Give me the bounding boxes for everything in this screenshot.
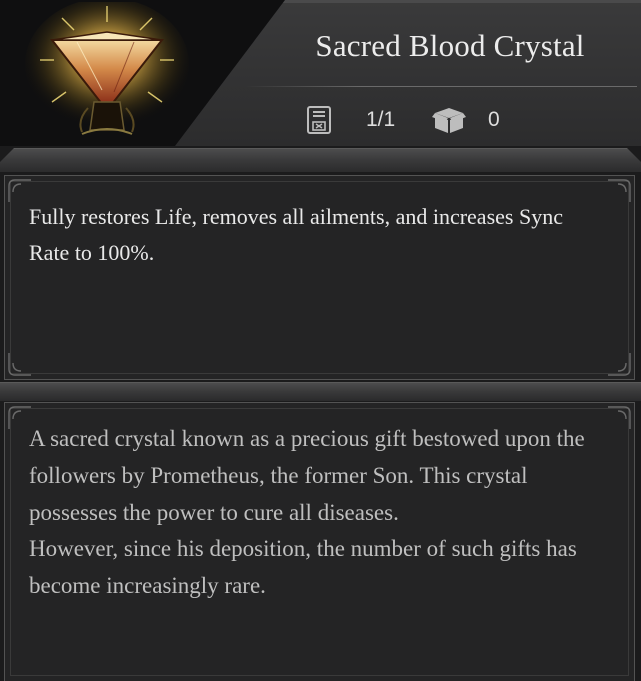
item-header: Sacred Blood Crystal 1/1 0	[0, 0, 641, 146]
effect-panel: Fully restores Life, removes all ailment…	[4, 175, 635, 380]
save-slot-icon	[307, 106, 331, 134]
carry-count-value: 1/1	[366, 108, 396, 131]
title-divider	[245, 86, 637, 87]
corner-ornament	[608, 353, 631, 376]
lore-panel: A sacred crystal known as a precious gif…	[4, 402, 635, 681]
item-title: Sacred Blood Crystal	[315, 28, 585, 63]
sacred-blood-crystal-icon	[25, 2, 189, 135]
storage-count-value: 0	[488, 108, 500, 131]
panel-separator	[0, 382, 641, 401]
carry-count: 1/1	[304, 102, 395, 138]
header-separator	[0, 148, 641, 172]
lore-paragraph: However, since his deposition, the numbe…	[29, 536, 577, 599]
corner-ornament	[8, 353, 31, 376]
lore-text: A sacred crystal known as a precious gif…	[29, 421, 606, 605]
effect-description: Fully restores Life, removes all ailment…	[29, 204, 563, 265]
storage-count: 0	[432, 102, 500, 138]
lore-paragraph: A sacred crystal known as a precious gif…	[29, 426, 585, 525]
corner-ornament	[608, 406, 631, 429]
storage-box-icon	[432, 108, 466, 133]
corner-ornament	[608, 179, 631, 202]
